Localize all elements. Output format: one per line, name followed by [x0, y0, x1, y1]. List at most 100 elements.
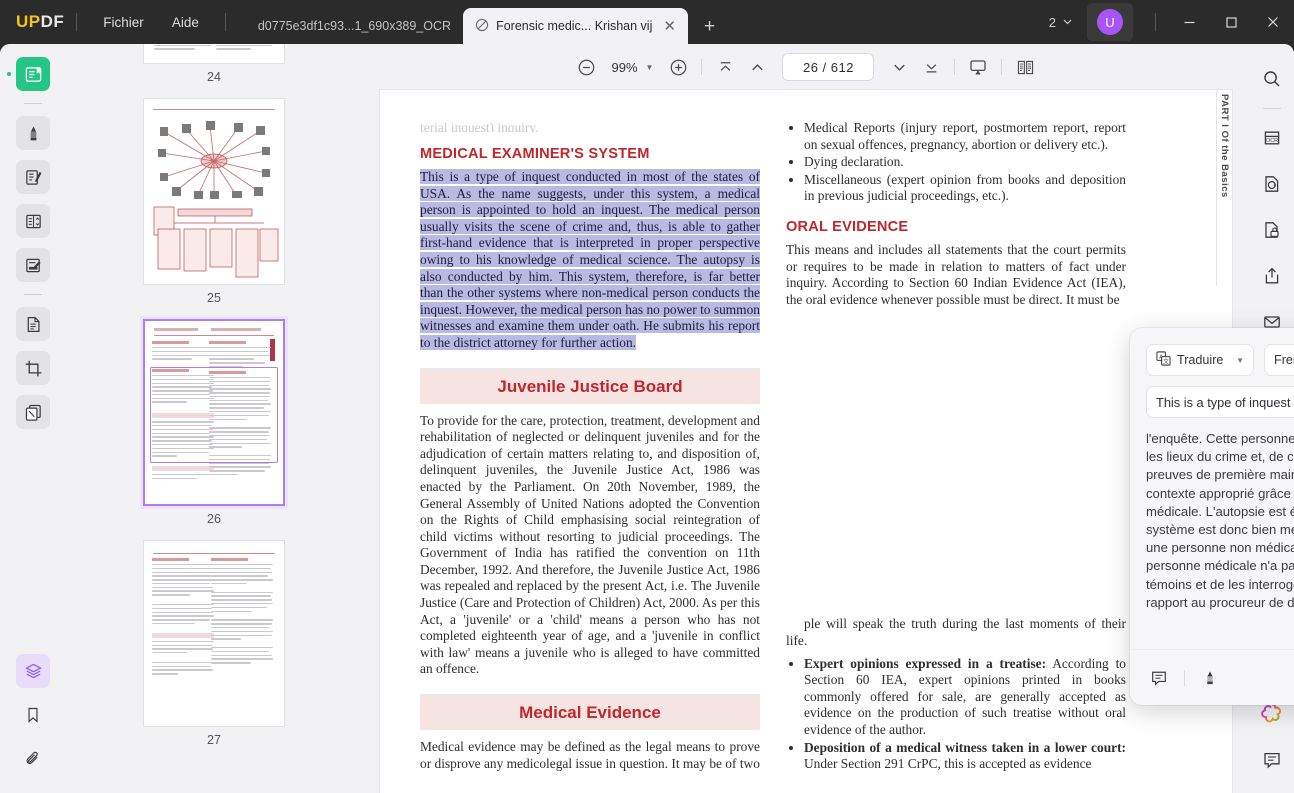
close-icon[interactable]: ✕	[663, 17, 676, 35]
thumbnail-page-26[interactable]	[143, 319, 285, 506]
box-heading-juvenile-justice-board: Juvenile Justice Board	[420, 367, 760, 404]
list-item-text: Under Section 291 CrPC, this is accepted…	[804, 756, 1092, 772]
first-page-icon[interactable]	[710, 52, 740, 82]
menu-fichier[interactable]: Fichier	[89, 10, 158, 35]
maximize-button[interactable]	[1210, 0, 1252, 44]
protect-icon[interactable]	[1256, 214, 1288, 246]
paragraph-medical-evidence: Medical evidence may be defined as the l…	[420, 739, 760, 771]
svg-text:OCR: OCR	[1266, 138, 1278, 144]
tab-label: Forensic medic... Krishan vij	[496, 19, 653, 33]
tab-strip: d0775e3df1c93...1_690x389_OCR Forensic m…	[246, 0, 721, 44]
sidebar-item-reader-mode[interactable]	[7, 57, 50, 91]
sidebar-item-edit-pdf[interactable]	[16, 160, 50, 194]
new-tab-button[interactable]: +	[698, 16, 721, 38]
divider	[1184, 669, 1185, 686]
paragraph-oral-evidence: This means and includes all statements t…	[786, 241, 1126, 307]
part-tab-label: PART I Of the Basics	[1219, 94, 1230, 198]
zoom-level[interactable]: 99%	[604, 60, 640, 75]
ocr-icon[interactable]: OCR	[1256, 122, 1288, 154]
minimize-button[interactable]	[1168, 0, 1210, 44]
sidebar-item-organize-pages[interactable]	[16, 204, 50, 238]
cut-line: terial inquest) inquiry.	[420, 120, 539, 132]
pdf-page[interactable]: terial inquest) inquiry. MEDICAL EXAMINE…	[380, 90, 1232, 793]
sidebar-item-attachments[interactable]	[16, 742, 50, 776]
tab-count-dropdown[interactable]: 2	[1043, 15, 1079, 30]
dual-page-view-icon[interactable]	[1010, 52, 1040, 82]
part-tab: PART I Of the Basics	[1216, 90, 1232, 286]
divider	[1263, 108, 1281, 109]
presentation-icon[interactable]	[963, 52, 993, 82]
divider	[1001, 59, 1003, 75]
thumbnail-number: 27	[207, 733, 221, 747]
sidebar-item-convert[interactable]	[16, 307, 50, 341]
search-icon[interactable]	[1256, 63, 1288, 95]
list-item: Dying declaration.	[804, 154, 1126, 171]
divider	[76, 13, 78, 31]
page-column-left: terial inquest) inquiry. MEDICAL EXAMINE…	[420, 120, 760, 793]
sidebar-item-crop[interactable]	[16, 351, 50, 385]
avatar: U	[1097, 9, 1123, 35]
thumbnail-page-25[interactable]	[143, 98, 285, 285]
title-bar: UPDF Fichier Aide d0775e3df1c93...1_690x…	[0, 0, 1294, 44]
list-item: Medical Reports (injury report, postmort…	[804, 120, 1126, 153]
sidebar-item-highlighter[interactable]	[16, 116, 50, 150]
divider	[701, 59, 703, 75]
left-toolbar	[0, 44, 66, 793]
thumbnail-preview	[148, 103, 280, 280]
language-label: French-Français	[1274, 353, 1294, 367]
right-toolbar-bottom	[1256, 691, 1288, 793]
thumbnail-preview	[149, 325, 279, 500]
translate-footer: Copier Régénérer	[1130, 649, 1294, 705]
divider	[24, 294, 42, 295]
last-page-icon[interactable]	[916, 52, 946, 82]
chevron-down-icon: ▼	[1236, 355, 1244, 365]
highlighter-icon[interactable]	[1197, 665, 1223, 691]
thumbnail-preview	[148, 545, 280, 722]
thumbnail-page-27[interactable]	[143, 540, 285, 727]
thumbnail-item[interactable]: 25	[66, 98, 362, 319]
page-columns: terial inquest) inquiry. MEDICAL EXAMINE…	[380, 90, 1232, 793]
translate-popup[interactable]: A文 Traduire ▼ French-Français ▼ This is …	[1130, 328, 1294, 705]
account-button[interactable]: U	[1087, 3, 1133, 41]
updf-window: UPDF Fichier Aide d0775e3df1c93...1_690x…	[0, 0, 1294, 793]
comment-icon[interactable]	[1256, 744, 1288, 776]
tab-document-1[interactable]: d0775e3df1c93...1_690x389_OCR	[246, 8, 463, 44]
thumbnail-panel[interactable]: 24 25 26 27	[66, 44, 362, 793]
thumbnail-item[interactable]: 27	[66, 540, 362, 761]
translate-mode-dropdown[interactable]: A文 Traduire ▼	[1146, 344, 1254, 376]
thumbnail-number: 25	[207, 291, 221, 305]
next-page-icon[interactable]	[884, 52, 914, 82]
thumbnail-item[interactable]: 24	[66, 44, 362, 98]
sidebar-item-batch[interactable]	[16, 395, 50, 429]
source-text-dropdown[interactable]: This is a type of inquest conducted in m…	[1146, 386, 1294, 418]
translate-mode-label: Traduire	[1177, 353, 1224, 367]
comment-icon[interactable]	[1146, 665, 1172, 691]
divider	[224, 13, 226, 31]
thumbnail-page-24[interactable]	[143, 44, 285, 64]
box-heading-medical-evidence: Medical Evidence	[420, 694, 760, 731]
sidebar-item-form[interactable]	[16, 248, 50, 282]
list-item: Expert opinions expressed in a treatise:…	[804, 656, 1126, 739]
share-icon[interactable]	[1256, 260, 1288, 292]
thumbnail-item[interactable]: 26	[66, 319, 362, 540]
page-column-right: Medical Reports (injury report, postmort…	[786, 120, 1126, 793]
menu-aide[interactable]: Aide	[158, 10, 213, 35]
compress-icon[interactable]	[1256, 168, 1288, 200]
tab-document-2[interactable]: Forensic medic... Krishan vij ✕	[463, 8, 688, 44]
language-dropdown[interactable]: French-Français ▼	[1264, 344, 1294, 376]
page-indicator[interactable]: 26 / 612	[782, 53, 875, 81]
sidebar-item-layers[interactable]	[16, 654, 50, 688]
tab-label: d0775e3df1c93...1_690x389_OCR	[257, 19, 452, 33]
selected-paragraph[interactable]: This is a type of inquest conducted in m…	[420, 169, 760, 352]
no-edit-icon	[475, 18, 489, 35]
close-button[interactable]	[1252, 0, 1294, 44]
zoom-out-icon[interactable]	[572, 52, 602, 82]
bullet-list-top: Medical Reports (injury report, postmort…	[786, 120, 1126, 205]
divider	[1155, 13, 1156, 31]
divider	[24, 103, 42, 104]
zoom-in-icon[interactable]	[663, 52, 693, 82]
sidebar-item-bookmarks[interactable]	[16, 698, 50, 732]
previous-page-icon[interactable]	[742, 52, 772, 82]
divider	[954, 59, 956, 75]
chevron-down-icon[interactable]: ▼	[642, 63, 662, 72]
